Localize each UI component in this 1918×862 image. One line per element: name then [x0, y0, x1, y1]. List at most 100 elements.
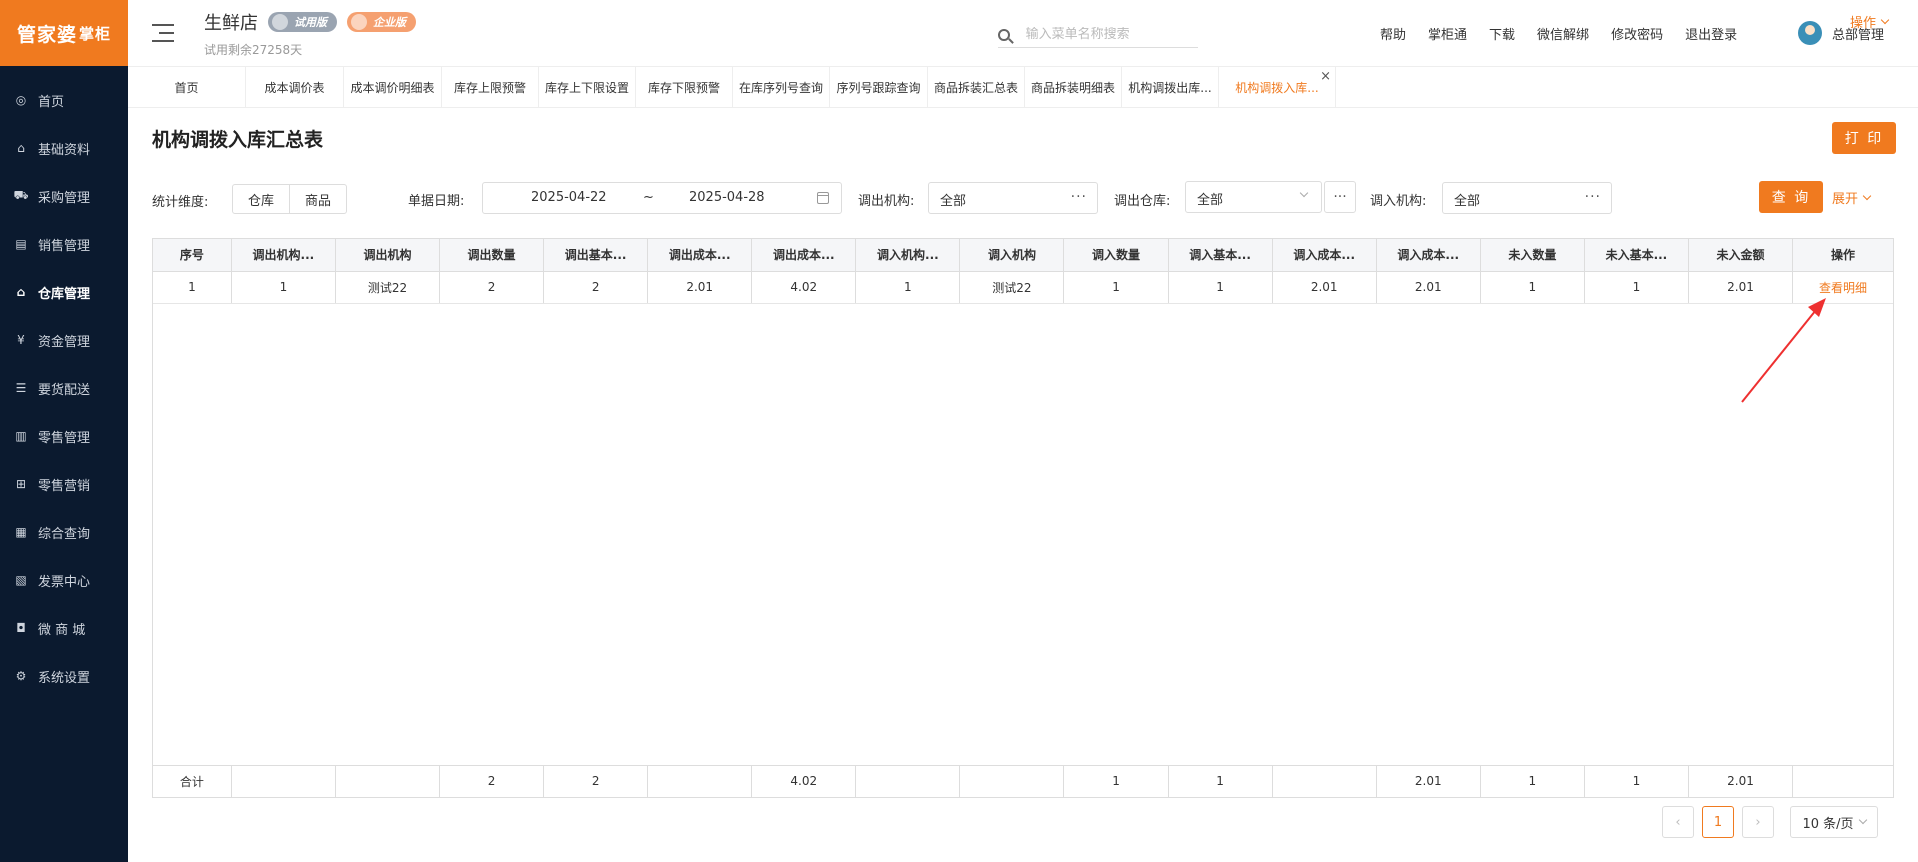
- tab-10[interactable]: 机构调拨出库...: [1122, 67, 1219, 107]
- sidebar-item-7[interactable]: ▥ 零售管理: [0, 412, 128, 460]
- header-link-3[interactable]: 微信解绑: [1537, 24, 1589, 43]
- date-range-picker[interactable]: 2025-04-22 ~ 2025-04-28: [482, 182, 842, 214]
- next-page-button[interactable]: ›: [1742, 806, 1774, 838]
- dimension-option-warehouse[interactable]: 仓库: [233, 185, 289, 213]
- tab-9[interactable]: 商品拆装明细表: [1025, 67, 1122, 107]
- out-warehouse-select[interactable]: 全部: [1185, 181, 1322, 213]
- query-button[interactable]: 查 询: [1759, 181, 1823, 213]
- column-header[interactable]: 调入成本...: [1272, 239, 1377, 272]
- column-header[interactable]: 序号: [153, 239, 232, 272]
- tab-4[interactable]: 库存上下限设置: [539, 67, 636, 107]
- total-cell: 合计: [153, 765, 232, 797]
- column-header[interactable]: 调出机构: [335, 239, 441, 272]
- out-warehouse-label: 调出仓库:: [1114, 194, 1171, 209]
- column-header[interactable]: 未入金额: [1688, 239, 1794, 272]
- table-cell: 1: [1584, 271, 1689, 304]
- sidebar-item-3[interactable]: ▤ 销售管理: [0, 220, 128, 268]
- tab-8[interactable]: 商品拆装汇总表: [928, 67, 1025, 107]
- more-icon[interactable]: ···: [1071, 189, 1087, 205]
- menu-search: [998, 22, 1198, 48]
- tab-label: 库存上下限设置: [544, 80, 629, 95]
- tab-3[interactable]: 库存上限预警: [442, 67, 539, 107]
- tab-6[interactable]: 在库序列号查询: [733, 67, 830, 107]
- sidebar: 管家婆 掌柜 ◎ 首页 ⌂ 基础资料 ⛟ 采购管理 ▤ 销售管理 ⌂ 仓库管理 ¥ 资金管理 ☰ 要货配送…: [0, 0, 128, 862]
- tab-label: 库存上限预警: [453, 80, 526, 95]
- total-cell: 4.02: [751, 765, 857, 797]
- tab-11[interactable]: 机构调拨入库... ×: [1219, 67, 1336, 107]
- header-link-2[interactable]: 下载: [1489, 24, 1515, 43]
- column-header[interactable]: 调入机构...: [855, 239, 961, 272]
- sidebar-item-6[interactable]: ☰ 要货配送: [0, 364, 128, 412]
- search-icon[interactable]: [998, 28, 1010, 41]
- tab-2[interactable]: 成本调价明细表: [344, 67, 442, 107]
- column-header[interactable]: 调出数量: [439, 239, 545, 272]
- menu-collapse-icon[interactable]: [152, 24, 174, 42]
- prev-page-button[interactable]: ‹: [1662, 806, 1694, 838]
- column-header[interactable]: 调入基本...: [1168, 239, 1273, 272]
- gear-icon: ⚙: [15, 669, 27, 683]
- out-warehouse-more-button[interactable]: ···: [1324, 181, 1356, 213]
- out-org-select[interactable]: 全部 ···: [928, 182, 1098, 214]
- column-header[interactable]: 调出基本...: [543, 239, 649, 272]
- column-header[interactable]: 调出成本...: [647, 239, 753, 272]
- tab-7[interactable]: 序列号跟踪查询: [830, 67, 928, 107]
- sidebar-item-label: 资金管理: [38, 334, 91, 350]
- enterprise-badge: 企业版: [347, 11, 416, 32]
- header-link-5[interactable]: 退出登录: [1685, 24, 1737, 43]
- tabs-operation-button[interactable]: 操作: [1850, 12, 1890, 31]
- monitor-icon: [272, 13, 288, 30]
- sidebar-item-12[interactable]: ⚙ 系统设置: [0, 652, 128, 700]
- search-input[interactable]: [1025, 27, 1198, 42]
- in-org-value: 全部: [1454, 194, 1481, 209]
- column-header[interactable]: 调入机构: [959, 239, 1065, 272]
- sidebar-item-label: 零售管理: [38, 430, 91, 446]
- sidebar-item-9[interactable]: ▦ 综合查询: [0, 508, 128, 556]
- print-button[interactable]: 打 印: [1832, 122, 1896, 154]
- total-cell: 1: [1584, 765, 1689, 797]
- header-link-1[interactable]: 掌柜通: [1428, 24, 1467, 43]
- expand-filters-button[interactable]: 展开: [1832, 188, 1872, 207]
- total-cell: [1272, 765, 1377, 797]
- column-header[interactable]: 调入成本...: [1376, 239, 1481, 272]
- column-header[interactable]: 操作: [1792, 239, 1893, 272]
- header-link-4[interactable]: 修改密码: [1611, 24, 1663, 43]
- sidebar-item-label: 发票中心: [38, 574, 91, 590]
- header-link-0[interactable]: 帮助: [1380, 24, 1406, 43]
- tab-0[interactable]: 首页: [128, 67, 246, 107]
- star-icon: [351, 13, 367, 30]
- sidebar-item-2[interactable]: ⛟ 采购管理: [0, 172, 128, 220]
- logo: 管家婆 掌柜: [0, 0, 128, 66]
- page-number-button[interactable]: 1: [1702, 806, 1734, 838]
- sidebar-item-0[interactable]: ◎ 首页: [0, 76, 128, 124]
- shop-bag-icon: ◘: [16, 621, 26, 635]
- page-size-select[interactable]: 10 条/页: [1790, 806, 1878, 838]
- table-cell: 4.02: [751, 271, 857, 304]
- column-header[interactable]: 调入数量: [1063, 239, 1169, 272]
- summary-table: 序号 调出机构... 调出机构 调出数量 调出基本... 调出成本... 调出成本... 调入…: [152, 238, 1894, 798]
- sidebar-item-10[interactable]: ▧ 发票中心: [0, 556, 128, 604]
- sidebar-item-8[interactable]: ⊞ 零售营销: [0, 460, 128, 508]
- tab-5[interactable]: 库存下限预警: [636, 67, 733, 107]
- dimension-option-product[interactable]: 商品: [289, 185, 346, 213]
- sidebar-item-11[interactable]: ◘ 微 商 城: [0, 604, 128, 652]
- more-icon[interactable]: ···: [1585, 189, 1601, 205]
- sidebar-item-label: 基础资料: [38, 142, 91, 158]
- tab-label: 商品拆装汇总表: [933, 80, 1018, 95]
- close-icon[interactable]: ×: [1320, 69, 1331, 84]
- column-header[interactable]: 未入数量: [1480, 239, 1585, 272]
- tab-1[interactable]: 成本调价表: [246, 67, 344, 107]
- table-cell: 2: [439, 271, 545, 304]
- tab-label: 机构调拨出库...: [1128, 80, 1212, 95]
- in-org-select[interactable]: 全部 ···: [1442, 182, 1612, 214]
- sidebar-item-1[interactable]: ⌂ 基础资料: [0, 124, 128, 172]
- sidebar-item-label: 采购管理: [38, 190, 91, 206]
- column-header[interactable]: 调出成本...: [751, 239, 857, 272]
- out-org-value: 全部: [940, 194, 967, 209]
- sidebar-item-5[interactable]: ¥ 资金管理: [0, 316, 128, 364]
- column-header[interactable]: 调出机构...: [231, 239, 336, 272]
- date-end[interactable]: 2025-04-28: [689, 190, 765, 205]
- view-detail-link[interactable]: 查看明细: [1792, 271, 1893, 304]
- date-start[interactable]: 2025-04-22: [531, 190, 607, 205]
- sidebar-item-4[interactable]: ⌂ 仓库管理: [0, 268, 128, 316]
- column-header[interactable]: 未入基本...: [1584, 239, 1689, 272]
